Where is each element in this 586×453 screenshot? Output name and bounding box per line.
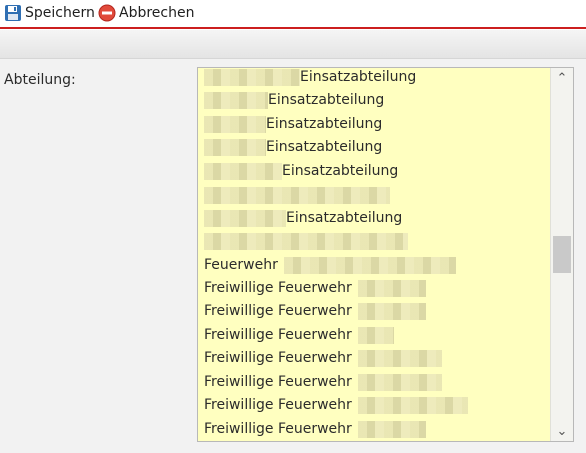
scrollbar-thumb[interactable] — [553, 236, 571, 273]
list-item[interactable]: Einsatzabteilung — [204, 113, 382, 135]
list-scrollbar[interactable]: ⌃ ⌄ — [550, 68, 573, 441]
list-item[interactable]: Freiwillige Feuerwehr — [204, 347, 442, 369]
save-button[interactable]: Speichern — [4, 3, 95, 23]
list-item[interactable]: Einsatzabteilung — [204, 68, 416, 88]
list-item[interactable]: Einsatzabteilung — [204, 160, 398, 182]
list-item[interactable]: Einsatzabteilung — [204, 89, 384, 111]
sub-toolbar — [0, 30, 586, 59]
list-item[interactable]: Einsatzabteilung — [204, 136, 382, 158]
list-item[interactable]: Freiwillige Feuerwehr — [204, 394, 468, 416]
list-item[interactable]: Freiwillige Feuerwehr — [204, 300, 426, 322]
list-item[interactable] — [204, 184, 390, 206]
chevron-down-icon[interactable]: ⌄ — [551, 421, 573, 441]
floppy-disk-icon — [5, 5, 21, 21]
list-item[interactable]: Freiwillige Feuerwehr — [204, 277, 426, 299]
list-item[interactable]: Einsatzabteilung — [204, 207, 402, 229]
stop-icon — [98, 4, 116, 22]
department-listbox[interactable]: Einsatzabteilung Einsatzabteilung Einsat… — [197, 67, 574, 442]
list-item[interactable]: Freiwillige Feuerwehr — [204, 324, 394, 346]
list-item[interactable]: Freiwillige Feuerwehr — [204, 418, 426, 440]
list-item[interactable]: Freiwillige Feuerwehr — [204, 371, 442, 393]
chevron-up-icon[interactable]: ⌃ — [551, 68, 573, 88]
cancel-label: Abbrechen — [119, 5, 195, 21]
save-label: Speichern — [25, 5, 95, 21]
cancel-button[interactable]: Abbrechen — [98, 3, 194, 23]
department-label: Abteilung: — [4, 72, 76, 88]
toolbar: Speichern Abbrechen — [0, 0, 586, 29]
list-item[interactable] — [204, 230, 408, 252]
list-item[interactable]: Feuerwehr — [204, 254, 456, 276]
